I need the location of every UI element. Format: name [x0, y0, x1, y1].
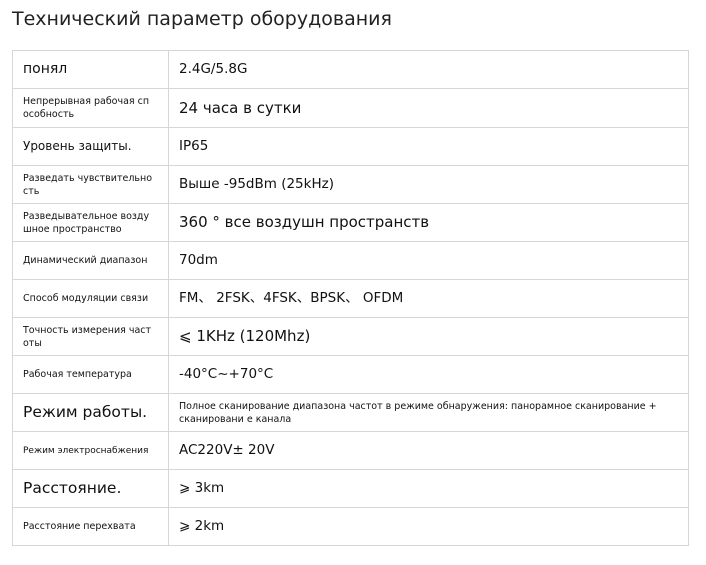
param-value: ⩾ 3km	[168, 469, 689, 508]
page-title: Технический параметр оборудования	[12, 8, 392, 30]
param-name: Расстояние перехвата	[12, 507, 169, 546]
table-row: Режим электроснабжения AC220V± 20V	[12, 431, 689, 470]
table-row: понял 2.4G/5.8G	[12, 50, 689, 89]
param-value: ⩾ 2km	[168, 507, 689, 546]
param-value: FM、 2FSK、4FSK、BPSK、 OFDM	[168, 279, 689, 318]
param-value: 2.4G/5.8G	[168, 50, 689, 89]
param-value: AC220V± 20V	[168, 431, 689, 470]
param-name: Рабочая температура	[12, 355, 169, 394]
table-row: Разведать чувствительно сть Выше -95dBm …	[12, 165, 689, 204]
param-value: 70dm	[168, 241, 689, 280]
param-value: IP65	[168, 127, 689, 166]
param-value: ⩽ 1KHz (120Mhz)	[168, 317, 689, 356]
param-name: Точность измерения част оты	[12, 317, 169, 356]
table-row: Расстояние перехвата ⩾ 2km	[12, 507, 689, 546]
table-row: Способ модуляции связи FM、 2FSK、4FSK、BPS…	[12, 279, 689, 318]
param-name: Режим электроснабжения	[12, 431, 169, 470]
param-name: Уровень защиты.	[12, 127, 169, 166]
param-name: Непрерывная рабочая сп особность	[12, 88, 169, 128]
table-row: Режим работы. Полное сканирование диапаз…	[12, 393, 689, 432]
param-name: Разведать чувствительно сть	[12, 165, 169, 204]
param-value: 360 ° все воздушн пространств	[168, 203, 689, 242]
param-name: Расстояние.	[12, 469, 169, 508]
table-row: Уровень защиты. IP65	[12, 127, 689, 166]
param-value: Полное сканирование диапазона частот в р…	[168, 393, 689, 432]
spec-page: Технический параметр оборудования понял …	[0, 0, 706, 565]
param-name: Динамический диапазон	[12, 241, 169, 280]
param-name: Способ модуляции связи	[12, 279, 169, 318]
table-row: Расстояние. ⩾ 3km	[12, 469, 689, 508]
spec-table: понял 2.4G/5.8G Непрерывная рабочая сп о…	[12, 50, 689, 546]
param-name: Разведывательное возду шное пространство	[12, 203, 169, 242]
param-value: Выше -95dBm (25kHz)	[168, 165, 689, 204]
param-name: Режим работы.	[12, 393, 169, 432]
table-row: Разведывательное возду шное пространство…	[12, 203, 689, 242]
param-name: понял	[12, 50, 169, 89]
table-row: Динамический диапазон 70dm	[12, 241, 689, 280]
param-value: 24 часа в сутки	[168, 88, 689, 128]
table-row: Рабочая температура -40°C~+70°C	[12, 355, 689, 394]
table-row: Непрерывная рабочая сп особность 24 часа…	[12, 88, 689, 128]
param-value: -40°C~+70°C	[168, 355, 689, 394]
table-row: Точность измерения част оты ⩽ 1KHz (120M…	[12, 317, 689, 356]
